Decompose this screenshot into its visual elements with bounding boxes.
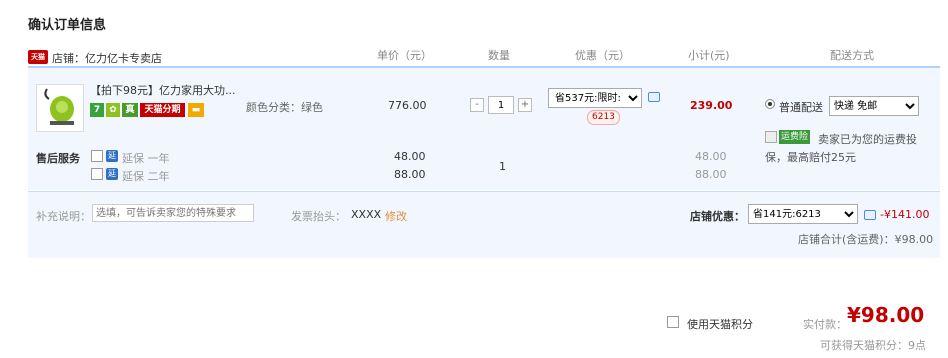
earn-points-text: 可获得天猫积分：9点	[820, 339, 926, 352]
invoice-title: XXXX	[351, 208, 382, 221]
promo-info-icon[interactable]	[648, 92, 660, 102]
authentic-icon: 真	[122, 103, 138, 117]
seller-message-input[interactable]	[92, 204, 254, 222]
col-header-qty: 数量	[488, 49, 510, 62]
invoice-label: 发票抬头：	[291, 210, 346, 223]
shop-promo-info-icon[interactable]	[864, 210, 876, 220]
shipping-option-label[interactable]: 普通配送	[779, 99, 823, 115]
pay-label: 实付款：	[803, 318, 847, 331]
use-points-checkbox[interactable]	[667, 316, 679, 328]
promo-code-tag: 6213	[587, 110, 620, 125]
product-thumbnail[interactable]	[36, 84, 84, 132]
use-points-label[interactable]: 使用天猫积分	[687, 316, 753, 332]
shop-discount: -¥141.00	[880, 208, 930, 221]
shipping-radio[interactable]	[765, 99, 775, 109]
note-label: 补充说明：	[36, 210, 91, 223]
warranty-1yr-label: 延保 一年	[122, 152, 170, 165]
shipping-method-select[interactable]: 快递 免邮	[829, 96, 919, 116]
warranty-1yr-price: 48.00	[394, 150, 426, 163]
insurance-checkbox[interactable]	[765, 131, 777, 143]
product-name-link[interactable]: 【拍下98元】亿力家用大功...	[90, 82, 236, 98]
col-header-subtotal: 小计(元)	[688, 49, 730, 62]
qty-decrease-button[interactable]: -	[470, 98, 484, 112]
qty-increase-button[interactable]: +	[518, 98, 532, 112]
shop-promo-label: 店铺优惠：	[690, 210, 745, 223]
invoice-edit-link[interactable]: 修改	[385, 208, 407, 224]
shop-total: 店铺合计(含运费)：¥98.00	[798, 233, 934, 246]
warranty-icon: 延	[106, 168, 118, 180]
col-header-promo: 优惠（元）	[575, 49, 630, 62]
seven-day-return-icon: 7	[90, 103, 104, 117]
shop-promo-select[interactable]: 省141元:6213	[748, 204, 858, 224]
shop-name[interactable]: 店铺：亿力亿卡专卖店	[52, 50, 162, 66]
col-header-price: 单价（元）	[377, 49, 432, 62]
credit-card-icon: ▬	[188, 103, 204, 117]
warranty-2yr-subtotal: 88.00	[695, 168, 727, 181]
item-subtotal: 239.00	[690, 99, 733, 112]
col-header-shipping: 配送方式	[830, 49, 874, 62]
qty-input[interactable]	[488, 96, 514, 114]
warranty-2yr-price: 88.00	[394, 168, 426, 181]
freight-insurance-badge: 运费险	[779, 130, 811, 144]
page-title: 确认订单信息	[28, 18, 107, 33]
insurance-text-2: 保，最高赔付25元	[765, 151, 856, 164]
item-promo-select[interactable]: 省537元:限时:	[548, 88, 642, 108]
after-sales-label: 售后服务	[36, 152, 80, 165]
installment-icon: 天猫分期	[140, 103, 185, 117]
warranty-1yr-subtotal: 48.00	[695, 150, 727, 163]
sku-info: 颜色分类：绿色	[246, 101, 323, 114]
vacuum-cleaner-icon	[44, 88, 74, 125]
order-note-panel	[28, 191, 940, 258]
tmall-shop-icon: 天猫	[28, 50, 48, 64]
unit-price: 776.00	[388, 99, 427, 112]
guarantee-icon: ✿	[106, 103, 120, 117]
pay-amount: ¥98.00	[847, 303, 925, 327]
warranty-2yr-checkbox[interactable]	[91, 168, 103, 180]
warranty-1yr-checkbox[interactable]	[91, 150, 103, 162]
quantity-stepper[interactable]: - +	[470, 96, 532, 114]
insurance-text: 卖家已为您的运费投	[818, 133, 917, 146]
warranty-2yr-label: 延保 二年	[122, 170, 170, 183]
warranty-qty: 1	[499, 160, 506, 173]
warranty-icon: 延	[106, 150, 118, 162]
